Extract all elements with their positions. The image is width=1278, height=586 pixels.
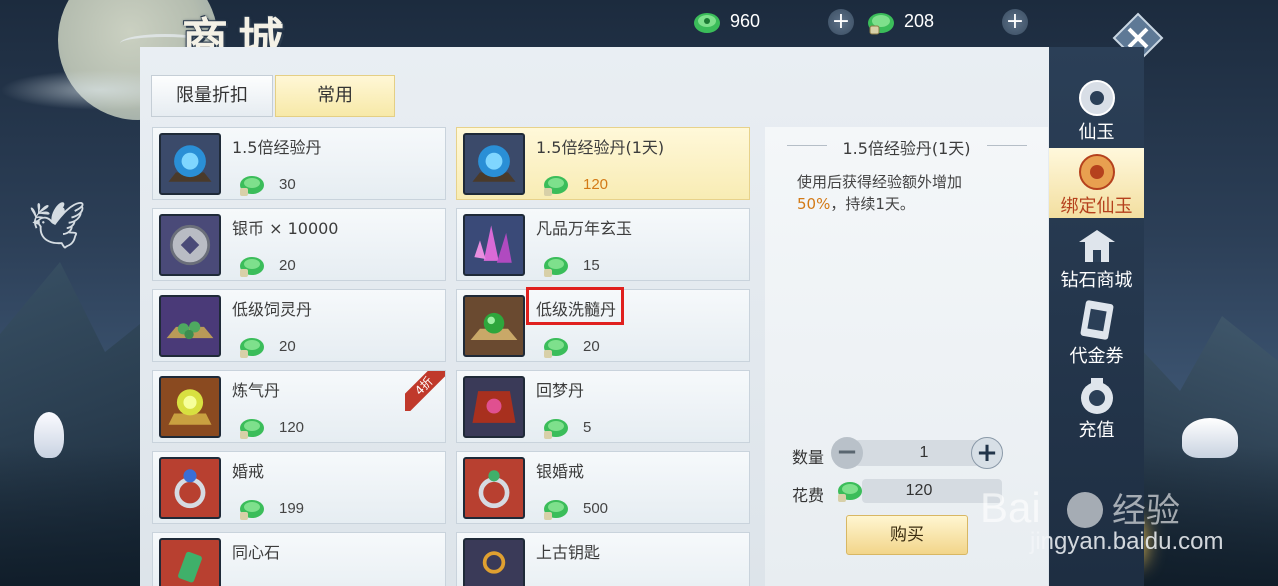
bound-jade-balance: 208	[866, 6, 934, 36]
sidebar-item-bound-jade[interactable]: 绑定仙玉	[1049, 148, 1144, 218]
marrow-pill-icon	[463, 295, 525, 357]
item-price: 120	[279, 419, 305, 436]
item-price: 500	[583, 500, 609, 517]
bound-jade-icon	[240, 176, 264, 196]
item-name: 上古钥匙	[536, 543, 601, 562]
bound-jade-icon	[544, 419, 568, 439]
silver-ring-icon	[463, 457, 525, 519]
quantity-plus-button[interactable]: +	[971, 437, 1003, 469]
item-price: 20	[279, 257, 296, 274]
item-card[interactable]: 同心石	[152, 532, 446, 586]
jade-balance: 960	[692, 6, 760, 36]
add-jade-button[interactable]: +	[828, 9, 854, 35]
bound-jade-icon	[240, 419, 264, 439]
item-name: 婚戒	[232, 462, 265, 481]
bound-jade-icon	[544, 176, 568, 196]
item-name: 1.5倍经验丹(1天)	[536, 138, 665, 157]
sidebar-item-voucher[interactable]: 代金券	[1049, 298, 1144, 368]
sidebar-item-label: 钻石商城	[1060, 270, 1133, 291]
crane-icon: 🕊	[28, 198, 87, 252]
item-card[interactable]: 银币 × 10000 20	[152, 208, 446, 281]
item-card[interactable]: 1.5倍经验丹(1天) 120	[456, 127, 750, 200]
bound-jade-icon	[838, 482, 862, 502]
item-card[interactable]: 银婚戒 500	[456, 451, 750, 524]
item-name: 凡品万年玄玉	[536, 219, 633, 238]
tab-limited-discount[interactable]: 限量折扣	[151, 75, 273, 117]
bound-jade-icon	[544, 257, 568, 277]
ring-icon	[159, 457, 221, 519]
item-name: 炼气丹	[232, 381, 281, 400]
discount-badge: 4折	[405, 371, 445, 411]
quantity-minus-button[interactable]: −	[831, 437, 863, 469]
silver-coin-icon	[159, 214, 221, 276]
item-grid: 1.5倍经验丹 30 1.5倍经验丹(1天) 120 银币 × 10000 20…	[152, 127, 754, 586]
heart-stone-icon	[159, 538, 221, 586]
cost-value: 120	[905, 482, 933, 499]
item-card[interactable]: 婚戒 199	[152, 451, 446, 524]
item-name: 银币 × 10000	[232, 219, 339, 238]
svg-text:经验: 经验	[1112, 492, 1180, 530]
tab-common[interactable]: 常用	[275, 75, 395, 117]
item-card[interactable]: 上古钥匙	[456, 532, 750, 586]
detail-description: 使用后获得经验额外增加 50%，持续1天。	[797, 173, 963, 213]
item-card[interactable]: 回梦丹 5	[456, 370, 750, 443]
cost-label: 花费	[792, 486, 825, 505]
lotus-icon	[34, 412, 64, 458]
sidebar-item-recharge[interactable]: 充值	[1049, 376, 1144, 444]
sidebar-item-label: 充值	[1078, 420, 1115, 441]
crystal-icon	[463, 214, 525, 276]
sidebar-item-label: 仙玉	[1078, 122, 1115, 143]
item-name: 银婚戒	[536, 462, 585, 481]
quantity-label: 数量	[792, 448, 825, 467]
baidu-watermark-logo: Bai 经验	[980, 484, 1180, 531]
add-bound-jade-button[interactable]: +	[1002, 9, 1028, 35]
voucher-icon	[1080, 300, 1113, 340]
item-name: 回梦丹	[536, 381, 585, 400]
item-price: 15	[583, 257, 600, 274]
sidebar-item-diamond-shop[interactable]: 钻石商城	[1049, 226, 1144, 294]
jade-icon	[694, 13, 720, 33]
exp-pill-icon	[463, 133, 525, 195]
bound-jade-icon	[868, 13, 894, 35]
sidebar-item-jade[interactable]: 仙玉	[1049, 78, 1144, 146]
jade-coin-icon	[1078, 80, 1115, 116]
svg-text:Bai: Bai	[980, 484, 1041, 531]
item-card[interactable]: 凡品万年玄玉 15	[456, 208, 750, 281]
item-price: 199	[279, 500, 305, 517]
dream-pill-icon	[463, 376, 525, 438]
detail-title: 1.5倍经验丹(1天)	[842, 139, 971, 158]
bound-jade-icon	[544, 500, 568, 520]
sidebar-item-label: 绑定仙玉	[1060, 196, 1133, 217]
bound-jade-coin-icon	[1078, 154, 1115, 190]
bound-jade-amount: 208	[904, 10, 935, 31]
qi-pill-icon	[159, 376, 221, 438]
item-name: 低级饲灵丹	[232, 300, 313, 319]
pavilion-icon	[1078, 230, 1115, 262]
bound-jade-icon	[240, 500, 264, 520]
recharge-icon	[1080, 378, 1113, 414]
lotus-icon	[1182, 418, 1238, 458]
annotation-highlight	[526, 287, 624, 325]
jade-amount: 960	[730, 10, 761, 31]
watermark-url: jingyan.baidu.com	[1030, 528, 1224, 555]
item-card[interactable]: 1.5倍经验丹 30	[152, 127, 446, 200]
item-card[interactable]: 低级饲灵丹 20	[152, 289, 446, 362]
item-price: 30	[279, 176, 296, 193]
exp-pill-icon	[159, 133, 221, 195]
item-name: 1.5倍经验丹	[232, 138, 322, 157]
item-price: 5	[583, 419, 592, 436]
buy-button[interactable]: 购买	[846, 515, 968, 555]
item-name: 同心石	[232, 543, 281, 562]
bound-jade-icon	[544, 338, 568, 358]
item-price: 20	[583, 338, 600, 355]
bound-jade-icon	[240, 338, 264, 358]
item-price: 20	[279, 338, 296, 355]
item-price: 120	[583, 176, 609, 193]
sidebar-item-label: 代金券	[1069, 346, 1124, 367]
bound-jade-icon	[240, 257, 264, 277]
key-icon	[463, 538, 525, 586]
spirit-pill-icon	[159, 295, 221, 357]
item-card[interactable]: 炼气丹 4折 120	[152, 370, 446, 443]
